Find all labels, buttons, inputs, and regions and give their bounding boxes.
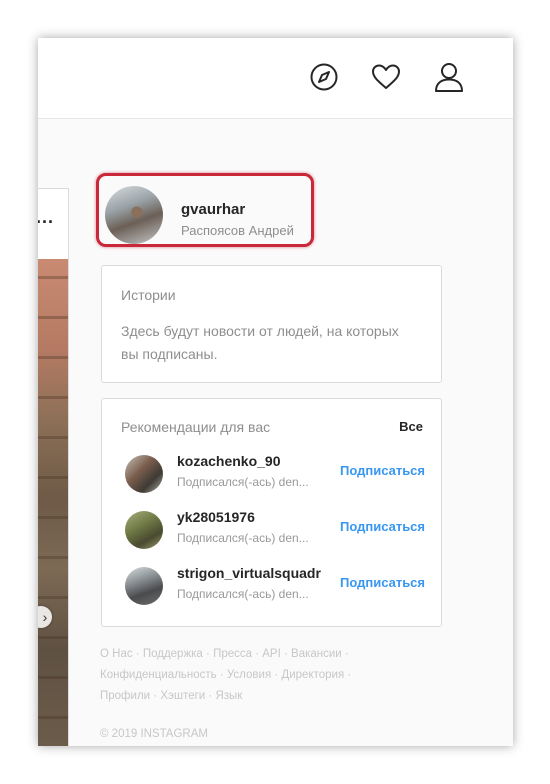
footer-link-about[interactable]: О Нас: [100, 648, 133, 660]
footer-link-profiles[interactable]: Профили: [100, 690, 150, 702]
instagram-window: ... › gvaurhar Распоясов Андрей Истории …: [38, 38, 513, 746]
footer-separator: ·: [216, 669, 227, 681]
footer-link-terms[interactable]: Условия: [227, 669, 271, 681]
footer-separator: ·: [132, 648, 143, 660]
footer-link-directory[interactable]: Директория: [281, 669, 344, 681]
footer-separator: ·: [344, 669, 352, 681]
footer-link-language[interactable]: Язык: [215, 690, 242, 702]
footer-separator: ·: [280, 648, 292, 660]
see-all-link[interactable]: Все: [399, 419, 423, 434]
footer-separator: ·: [341, 648, 349, 660]
footer-link-support[interactable]: Поддержка: [143, 648, 203, 660]
recommendation-subtitle: Подписался(-ась) den...: [177, 475, 309, 489]
recommendation-username[interactable]: yk28051976: [177, 509, 332, 525]
footer-link-hashtags[interactable]: Хэштеги: [160, 690, 205, 702]
post-photo: [38, 259, 68, 746]
heart-activity-icon[interactable]: [369, 60, 403, 94]
recommendation-item: strigon_virtualsquadr Подписался(-ась) d…: [102, 562, 441, 608]
stories-title: Истории: [121, 287, 176, 303]
stories-panel: Истории Здесь будут новости от людей, на…: [101, 265, 442, 383]
footer-separator: ·: [150, 690, 161, 702]
footer-link-jobs[interactable]: Вакансии: [291, 648, 342, 660]
follow-button[interactable]: Подписаться: [340, 519, 425, 534]
feed-post-card: ...: [38, 188, 69, 746]
profile-username[interactable]: gvaurhar: [181, 201, 245, 218]
recommendation-avatar[interactable]: [125, 567, 163, 605]
profile-user-icon[interactable]: [432, 60, 466, 94]
follow-button[interactable]: Подписаться: [340, 463, 425, 478]
footer-copyright: © 2019 INSTAGRAM: [100, 728, 208, 740]
footer-links: О Нас · Поддержка · Пресса · API · Вакан…: [100, 644, 400, 707]
footer-link-privacy[interactable]: Конфиденциальность: [100, 669, 217, 681]
profile-avatar[interactable]: [105, 186, 163, 244]
recommendations-panel: Рекомендации для вас Все kozachenko_90 П…: [101, 398, 442, 627]
explore-compass-icon[interactable]: [307, 60, 341, 94]
follow-button[interactable]: Подписаться: [340, 575, 425, 590]
post-options-icon[interactable]: ...: [38, 207, 54, 228]
stories-empty-text: Здесь будут новости от людей, на которых…: [121, 323, 399, 362]
recommendation-avatar[interactable]: [125, 455, 163, 493]
recommendation-item: yk28051976 Подписался(-ась) den... Подпи…: [102, 506, 441, 552]
footer-separator: ·: [271, 669, 282, 681]
top-navigation-bar: [38, 38, 513, 119]
recommendations-title: Рекомендации для вас: [121, 419, 271, 435]
recommendation-avatar[interactable]: [125, 511, 163, 549]
footer-link-press[interactable]: Пресса: [213, 648, 252, 660]
footer-separator: ·: [252, 648, 263, 660]
recommendation-item: kozachenko_90 Подписался(-ась) den... По…: [102, 450, 441, 496]
recommendation-username[interactable]: kozachenko_90: [177, 453, 332, 469]
footer-link-api[interactable]: API: [262, 648, 281, 660]
profile-full-name: Распоясов Андрей: [181, 223, 294, 238]
recommendation-subtitle: Подписался(-ась) den...: [177, 531, 309, 545]
recommendation-username[interactable]: strigon_virtualsquadr: [177, 565, 332, 581]
footer-separator: ·: [205, 690, 216, 702]
footer-separator: ·: [202, 648, 214, 660]
recommendation-subtitle: Подписался(-ась) den...: [177, 587, 309, 601]
